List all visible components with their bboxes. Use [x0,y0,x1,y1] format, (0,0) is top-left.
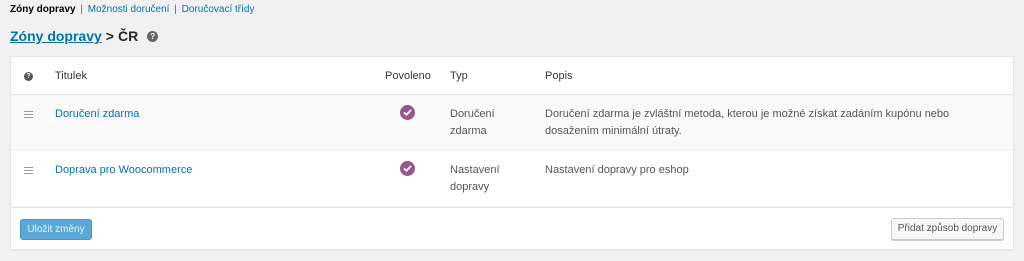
method-description: Doručení zdarma je zvláštní metoda, kter… [545,108,950,137]
checkmark-icon[interactable] [400,105,415,120]
method-title-link[interactable]: Doručení zdarma [55,106,139,123]
subnav-separator: | [174,4,177,15]
column-header-description: Popis [545,70,573,82]
subnav: Zóny dopravy | Možnosti doručení | Doruč… [10,4,254,16]
breadcrumb-separator: > [105,28,114,44]
table-row: Doručení zdarma Doručení zdarma Doručení… [11,95,1013,151]
column-header-title: Titulek [55,70,87,82]
save-changes-button[interactable]: Uložit změny [20,219,92,240]
drag-handle-icon[interactable] [24,111,33,118]
add-shipping-method-button[interactable]: Přidat způsob dopravy [891,218,1004,240]
table-header: ? Titulek Povoleno Typ Popis [11,57,1013,95]
help-icon[interactable]: ? [24,72,33,81]
method-title-link[interactable]: Doprava pro Woocommerce [55,162,192,179]
column-header-enabled: Povoleno [385,70,431,82]
page-title: Zóny dopravy > ČR ? [10,28,159,44]
column-header-type: Typ [450,70,468,82]
breadcrumb-zones-link[interactable]: Zóny dopravy [10,28,102,44]
method-description: Nastavení dopravy pro eshop [545,164,689,176]
method-type: Nastavení dopravy [450,164,500,193]
drag-handle-icon[interactable] [24,167,33,174]
zone-name: ČR [117,28,139,44]
subnav-link-shipping-options[interactable]: Možnosti doručení [88,4,170,15]
method-type: Doručení zdarma [450,108,495,137]
subnav-current: Zóny dopravy [10,4,76,15]
help-icon[interactable]: ? [147,30,159,42]
table-footer: Uložit změny Přidat způsob dopravy [11,208,1013,250]
table-row: Doprava pro Woocommerce Nastavení doprav… [11,151,1013,208]
subnav-separator: | [80,4,83,15]
subnav-link-shipping-classes[interactable]: Doručovací třídy [182,4,255,15]
shipping-methods-table: ? Titulek Povoleno Typ Popis Doručení zd… [10,56,1014,250]
checkmark-icon[interactable] [400,161,415,176]
